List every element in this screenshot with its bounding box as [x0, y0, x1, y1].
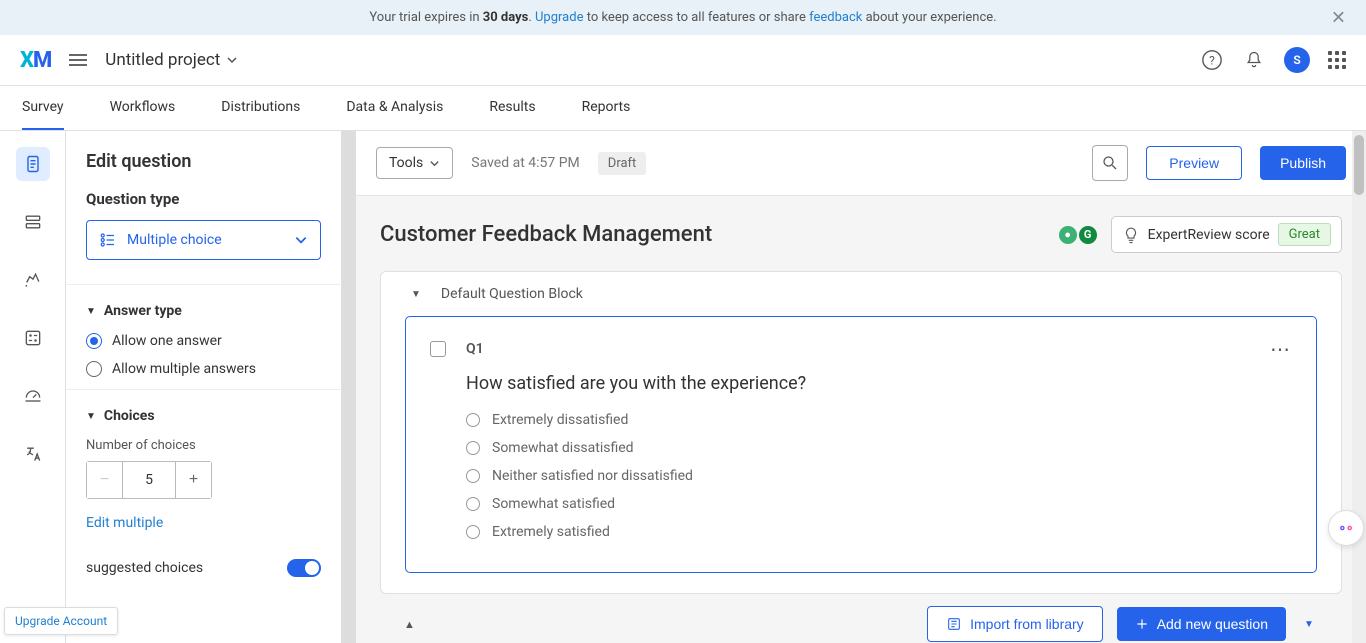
nav-tabs: Survey Workflows Distributions Data & An… [0, 86, 1366, 131]
logo[interactable]: XM [20, 48, 51, 73]
tab-survey[interactable]: Survey [22, 86, 64, 130]
question-block: ▼ Default Question Block Q1 ⋯ How satisf… [380, 271, 1342, 594]
publish-button[interactable]: Publish [1260, 146, 1346, 180]
choice-item[interactable]: Neither satisfied nor dissatisfied [466, 468, 1292, 484]
banner-feedback-link[interactable]: feedback [809, 10, 862, 25]
project-title-dropdown[interactable]: Untitled project [105, 50, 238, 70]
allow-one-answer-radio[interactable]: Allow one answer [86, 333, 321, 349]
question-type-select[interactable]: Multiple choice [86, 220, 321, 260]
banner-upgrade-link[interactable]: Upgrade [535, 10, 583, 25]
avatar[interactable]: S [1284, 47, 1310, 73]
edit-multiple-link[interactable]: Edit multiple [86, 515, 321, 531]
rail-builder-icon[interactable] [16, 147, 50, 181]
block-name[interactable]: Default Question Block [441, 286, 583, 302]
question-id: Q1 [466, 341, 484, 357]
canvas-toolbar: Tools Saved at 4:57 PM Draft Preview Pub… [356, 131, 1366, 196]
trial-banner: Your trial expires in 30 days. Upgrade t… [0, 0, 1366, 35]
decrement-button[interactable]: − [87, 462, 123, 498]
tab-reports[interactable]: Reports [582, 86, 631, 130]
saved-status: Saved at 4:57 PM [471, 155, 580, 171]
rail-look-icon[interactable] [16, 263, 50, 297]
lightbulb-icon [1122, 226, 1140, 244]
caret-up-icon[interactable]: ▲ [404, 618, 415, 631]
menu-icon[interactable] [69, 54, 87, 66]
help-icon[interactable]: ? [1200, 48, 1224, 72]
import-library-button[interactable]: Import from library [927, 606, 1103, 642]
question-text[interactable]: How satisfied are you with the experienc… [466, 373, 1292, 394]
project-title-label: Untitled project [105, 50, 220, 70]
choice-item[interactable]: Somewhat satisfied [466, 496, 1292, 512]
choice-item[interactable]: Extremely satisfied [466, 524, 1292, 540]
apps-grid-icon[interactable] [1328, 51, 1346, 69]
scrollbar[interactable] [1352, 131, 1366, 643]
chatbot-icon[interactable] [1328, 510, 1364, 546]
chevron-down-icon [226, 54, 238, 66]
topbar: XM Untitled project ? S [0, 35, 1366, 86]
tools-dropdown[interactable]: Tools [376, 147, 453, 179]
add-question-caret[interactable]: ▼ [1300, 619, 1318, 630]
allow-multiple-answers-radio[interactable]: Allow multiple answers [86, 361, 321, 377]
expert-score-badge: Great [1278, 223, 1331, 246]
caret-down-icon: ▼ [86, 306, 96, 317]
choice-item[interactable]: Extremely dissatisfied [466, 412, 1292, 428]
banner-text: Your trial expires in 30 days. Upgrade t… [369, 10, 996, 25]
num-choices-stepper: − 5 + [86, 461, 212, 499]
question-sidebar: Edit question Question type Multiple cho… [66, 131, 342, 643]
survey-title[interactable]: Customer Feedback Management [380, 222, 712, 247]
increment-button[interactable]: + [175, 462, 211, 498]
qtype-value: Multiple choice [127, 232, 222, 248]
num-choices-value: 5 [123, 462, 175, 498]
choice-item[interactable]: Somewhat dissatisfied [466, 440, 1292, 456]
suggested-choices-label: suggested choices [86, 560, 203, 576]
qtype-heading: Question type [86, 190, 321, 208]
question-checkbox[interactable] [430, 341, 446, 357]
close-icon[interactable]: ✕ [1331, 7, 1346, 28]
num-choices-label: Number of choices [86, 438, 321, 453]
plus-icon [1135, 617, 1149, 631]
left-rail [0, 131, 66, 643]
radio-icon [466, 525, 480, 539]
preview-button[interactable]: Preview [1146, 146, 1242, 180]
question-card[interactable]: Q1 ⋯ How satisfied are you with the expe… [405, 316, 1317, 573]
radio-icon [466, 497, 480, 511]
chevron-down-icon [429, 158, 440, 169]
trial-days: 30 days [483, 10, 529, 25]
rail-flow-icon[interactable] [16, 205, 50, 239]
radio-icon [466, 413, 480, 427]
scrollbar[interactable] [342, 131, 356, 643]
suggested-choices-toggle[interactable] [287, 559, 321, 577]
tab-distributions[interactable]: Distributions [221, 86, 300, 130]
chevron-down-icon [294, 233, 308, 247]
rail-options-icon[interactable] [16, 321, 50, 355]
rail-translate-icon[interactable] [16, 437, 50, 471]
sidebar-title: Edit question [86, 151, 321, 172]
tab-results[interactable]: Results [489, 86, 535, 130]
draft-badge: Draft [598, 152, 647, 175]
search-button[interactable] [1092, 145, 1128, 181]
rail-quotas-icon[interactable] [16, 379, 50, 413]
more-icon[interactable]: ⋯ [1270, 337, 1292, 361]
add-question-button[interactable]: Add new question [1117, 607, 1286, 641]
library-icon [946, 616, 962, 632]
radio-icon [466, 469, 480, 483]
grammarly-badge[interactable]: ● G [1059, 226, 1097, 244]
answer-type-section[interactable]: ▼ Answer type [86, 303, 321, 319]
tab-data-analysis[interactable]: Data & Analysis [346, 86, 443, 130]
bell-icon[interactable] [1242, 48, 1266, 72]
search-icon [1101, 154, 1119, 172]
upgrade-account-pill[interactable]: Upgrade Account [4, 607, 118, 635]
block-footer: ▲ Import from library Add new question ▼ [380, 594, 1342, 643]
tab-workflows[interactable]: Workflows [110, 86, 176, 130]
radio-icon [466, 441, 480, 455]
caret-down-icon: ▼ [86, 411, 96, 422]
svg-text:?: ? [1209, 54, 1215, 68]
list-icon [99, 231, 117, 249]
expert-review-button[interactable]: ExpertReview score Great [1111, 216, 1342, 253]
choices-section[interactable]: ▼ Choices [86, 408, 321, 424]
caret-down-icon[interactable]: ▼ [411, 289, 421, 300]
